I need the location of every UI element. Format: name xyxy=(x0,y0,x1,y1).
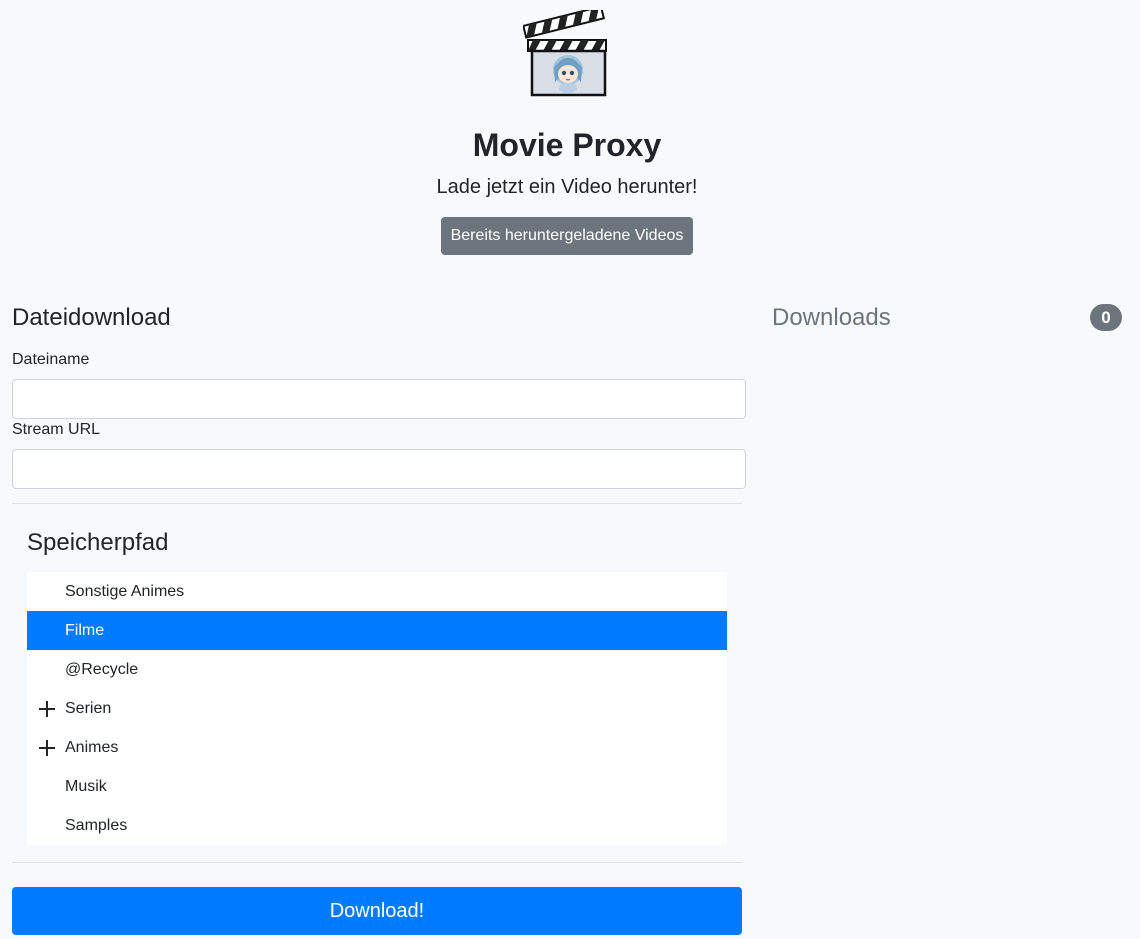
form-heading: Dateidownload xyxy=(12,304,171,331)
folder-item[interactable]: Samples xyxy=(27,806,727,845)
divider xyxy=(12,503,742,504)
plus-icon[interactable] xyxy=(39,701,55,717)
save-path-heading: Speicherpfad xyxy=(27,529,169,556)
stream-url-input[interactable] xyxy=(12,449,746,489)
download-button[interactable]: Download! xyxy=(12,887,742,935)
app-subtitle: Lade jetzt ein Video herunter! xyxy=(436,176,698,198)
folder-label: Animes xyxy=(65,739,119,756)
downloads-heading: Downloads xyxy=(772,304,891,331)
downloads-count-badge: 0 xyxy=(1090,304,1122,331)
divider xyxy=(12,862,742,863)
filename-label: Dateiname xyxy=(12,351,90,368)
folder-item[interactable]: Serien xyxy=(27,689,727,728)
folder-label: @Recycle xyxy=(65,661,139,678)
stream-url-label: Stream URL xyxy=(12,421,101,438)
folder-label: Filme xyxy=(65,622,105,639)
folder-item-selected[interactable]: Filme xyxy=(27,611,727,650)
folder-item[interactable]: @Recycle xyxy=(27,650,727,689)
plus-icon[interactable] xyxy=(39,740,55,756)
app-title: Movie Proxy xyxy=(472,127,662,163)
folder-item[interactable]: Animes xyxy=(27,728,727,767)
folder-label: Serien xyxy=(65,700,112,717)
folder-label: Samples xyxy=(65,817,128,834)
folder-label: Musik xyxy=(65,778,107,795)
folder-item[interactable]: Musik xyxy=(27,767,727,806)
folder-item[interactable]: Sonstige Animes xyxy=(27,572,727,611)
downloaded-videos-button[interactable]: Bereits heruntergeladene Videos xyxy=(441,217,693,255)
filename-input[interactable] xyxy=(12,379,746,419)
folder-tree: Sonstige Animes Filme @Recycle Serien An… xyxy=(27,572,727,845)
folder-label: Sonstige Animes xyxy=(65,583,185,600)
app-logo xyxy=(522,5,611,98)
